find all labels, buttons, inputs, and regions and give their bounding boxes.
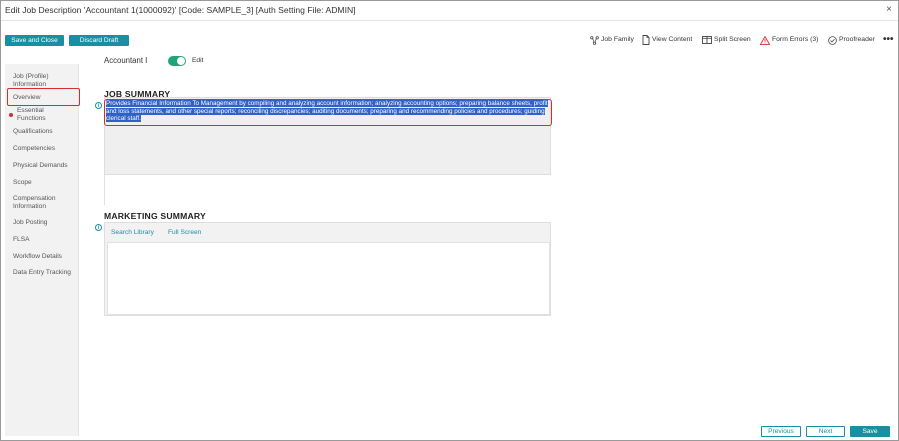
form-errors-label: Form Errors (3) [772, 36, 819, 43]
split-screen-button[interactable]: Split Screen [702, 34, 751, 46]
toggle-knob [177, 57, 185, 65]
job-family-icon [590, 35, 599, 45]
window-title: Edit Job Description 'Accountant 1(10000… [5, 5, 356, 15]
discard-draft-button[interactable]: Discard Draft [69, 35, 129, 46]
sidebar-item-flsa[interactable]: FLSA [13, 236, 30, 244]
split-screen-icon [702, 36, 712, 44]
main-content: Accountant I Edit JOB SUMMARY i Provides… [79, 51, 898, 441]
close-icon[interactable]: × [886, 4, 892, 15]
save-and-close-button[interactable]: Save and Close [5, 35, 64, 46]
sidebar-item-job-profile-information[interactable]: Job (Profile) Information [13, 73, 49, 88]
sidebar-item-competencies[interactable]: Competencies [13, 145, 55, 153]
sidebar: Job (Profile) Information Overview Essen… [5, 64, 80, 436]
proofreader-label: Proofreader [839, 36, 875, 43]
marketing-summary-title: MARKETING SUMMARY [104, 211, 206, 221]
view-content-button[interactable]: View Content [642, 34, 692, 46]
error-dot-icon [9, 113, 13, 117]
marketing-summary-editor[interactable] [107, 242, 550, 315]
sidebar-item-data-entry-tracking[interactable]: Data Entry Tracking [13, 269, 71, 277]
edit-label: Edit [192, 57, 204, 64]
title-bar: Edit Job Description 'Accountant 1(10000… [1, 1, 898, 21]
warning-icon [760, 35, 770, 45]
form-errors-button[interactable]: Form Errors (3) [760, 34, 818, 46]
edit-toggle[interactable] [168, 56, 186, 66]
sidebar-item-compensation-information[interactable]: Compensation Information [13, 195, 56, 210]
sidebar-item-physical-demands[interactable]: Physical Demands [13, 162, 68, 170]
job-family-button[interactable]: Job Family [590, 34, 634, 46]
sidebar-item-job-posting[interactable]: Job Posting [13, 219, 47, 227]
sidebar-item-overview[interactable]: Overview [13, 94, 40, 102]
document-icon [642, 35, 650, 45]
proofreader-button[interactable]: Proofreader [828, 34, 875, 46]
split-screen-label: Split Screen [714, 36, 751, 43]
job-title-label: Accountant I [104, 56, 148, 65]
view-content-label: View Content [652, 36, 693, 43]
next-button[interactable]: Next [806, 426, 845, 437]
info-icon[interactable]: i [95, 102, 102, 109]
job-summary-error-highlight [104, 99, 552, 126]
check-circle-icon [828, 35, 837, 45]
edit-job-description-window: Edit Job Description 'Accountant 1(10000… [0, 0, 899, 441]
sidebar-item-workflow-details[interactable]: Workflow Details [13, 253, 62, 261]
more-icon[interactable]: ••• [883, 34, 894, 46]
sidebar-item-qualifications[interactable]: Qualifications [13, 128, 53, 136]
previous-button[interactable]: Previous [761, 426, 801, 437]
full-screen-link[interactable]: Full Screen [168, 229, 201, 236]
sidebar-item-essential-functions[interactable]: Essential Functions [17, 107, 46, 122]
save-button[interactable]: Save [850, 426, 890, 437]
sidebar-item-scope[interactable]: Scope [13, 179, 32, 187]
toolbar: Save and Close Discard Draft Job Family … [1, 30, 898, 50]
job-family-label: Job Family [601, 36, 634, 43]
info-icon[interactable]: i [95, 224, 102, 231]
marketing-summary-panel: Search Library Full Screen [104, 222, 551, 316]
editor-divider [104, 175, 105, 205]
search-library-link[interactable]: Search Library [111, 229, 154, 236]
